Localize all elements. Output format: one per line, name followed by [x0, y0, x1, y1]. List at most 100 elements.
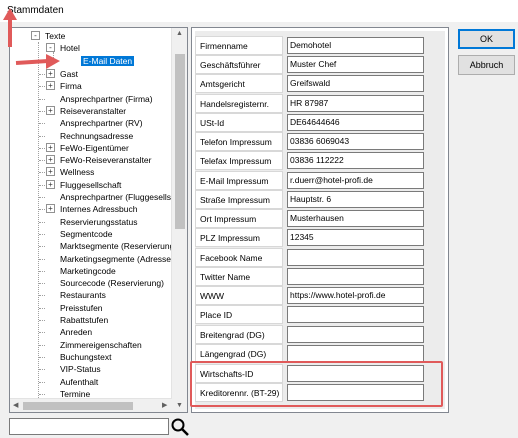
field-input[interactable]	[287, 326, 424, 343]
tree-item[interactable]: Sourcecode (Reservierung)	[60, 277, 164, 289]
tree-item-label: E-Mail Daten	[81, 56, 135, 66]
magnifier-icon[interactable]	[170, 417, 190, 437]
tree-guide-line	[39, 283, 45, 285]
tree-guide-line	[39, 98, 45, 100]
field-label: Place ID	[195, 305, 283, 324]
tree-item[interactable]: + Reiseveranstalter	[46, 105, 126, 117]
tree-item[interactable]: Marktsegmente (Reservierung	[60, 240, 172, 252]
tree-item-label: FeWo-Eigentümer	[60, 142, 129, 153]
annotation-arrow-right-icon	[15, 54, 60, 69]
expand-icon[interactable]: +	[46, 81, 55, 91]
tree-guide-line	[39, 393, 45, 395]
expand-icon[interactable]: +	[46, 204, 55, 214]
tree-guide-line	[39, 369, 45, 371]
scroll-left-arrow-icon[interactable]: ◀	[13, 401, 18, 409]
tree-item-label: Internes Adressbuch	[60, 204, 138, 215]
tree-item[interactable]: Restaurants	[60, 289, 106, 301]
tree-item[interactable]: + Firma	[46, 80, 82, 92]
tree-guide-line	[39, 356, 45, 358]
tree-item-label: Marktsegmente (Reservierung	[60, 241, 172, 252]
field-input[interactable]: 12345	[287, 229, 424, 246]
tree-guide-line	[39, 246, 45, 248]
tree-item[interactable]: Anreden	[60, 326, 92, 338]
tree-item-label: Rechnungsadresse	[60, 130, 134, 141]
tree-scroll-thumb[interactable]	[175, 54, 185, 229]
tree-item[interactable]: Ansprechpartner (Firma)	[60, 93, 153, 105]
tree-item[interactable]: Zimmereigenschaften	[60, 339, 142, 351]
tree-item-label: Ansprechpartner (Firma)	[60, 93, 153, 104]
expand-icon[interactable]: +	[46, 179, 55, 189]
field-input[interactable]: https://www.hotel-profi.de	[287, 287, 424, 304]
tree-item-label: Anreden	[60, 327, 93, 338]
tree-guide-line	[39, 233, 45, 235]
tree-item-label: Sourcecode (Reservierung)	[60, 278, 164, 289]
tree-item[interactable]: + Wellness	[46, 166, 94, 178]
expand-icon[interactable]: +	[46, 142, 55, 152]
tree-item[interactable]: Ansprechpartner (RV)	[60, 117, 143, 129]
scroll-right-arrow-icon[interactable]: ▶	[162, 401, 167, 409]
scroll-down-arrow-icon[interactable]: ▼	[176, 402, 183, 409]
tree-guide-line	[39, 344, 45, 346]
tree-item[interactable]: + FeWo-Reiseveranstalter	[46, 154, 152, 166]
field-input[interactable]: r.duerr@hotel-profi.de	[287, 172, 424, 189]
cancel-button[interactable]: Abbruch	[458, 55, 515, 75]
tree-item-label: Buchungstext	[60, 351, 112, 362]
field-input[interactable]	[287, 306, 424, 323]
tree-guide-line	[39, 320, 45, 321]
tree-guide-line	[39, 110, 45, 112]
field-input[interactable]: Demohotel	[287, 37, 424, 54]
tree-item-label: Firma	[60, 81, 82, 92]
field-label: WWW	[195, 286, 283, 305]
tree-guide-line	[39, 295, 45, 297]
category-tree[interactable]: - Texte - Hotel E-Mail Daten + Gast + Firma Anspr…	[9, 27, 188, 413]
tree-item[interactable]: Rabattstufen	[60, 314, 108, 326]
field-input[interactable]: DE64644646	[287, 114, 424, 131]
tree-item[interactable]: Aufenthalt	[60, 376, 98, 388]
tree-item[interactable]: Preisstufen	[60, 302, 103, 314]
tree-item[interactable]: + FeWo-Eigentümer	[46, 142, 129, 154]
field-input[interactable]: HR 87987	[287, 95, 424, 112]
field-input[interactable]	[287, 345, 424, 362]
tree-item-email-daten[interactable]: E-Mail Daten	[81, 55, 135, 67]
expand-icon[interactable]: +	[46, 155, 55, 165]
tree-item[interactable]: Rechnungsadresse	[60, 130, 133, 142]
field-input[interactable]: Greifswald	[287, 75, 424, 92]
tree-guide-line	[39, 381, 45, 383]
tree-item[interactable]: + Internes Adressbuch	[46, 203, 138, 215]
field-label: Twitter Name	[195, 267, 283, 286]
tree-item[interactable]: Marketingsegmente (Adresse)	[60, 253, 172, 265]
field-input[interactable]: Hauptstr. 6	[287, 191, 424, 208]
tree-item-label: Zimmereigenschaften	[60, 339, 142, 350]
tree-item-label: Marketingsegmente (Adresse)	[60, 253, 172, 264]
tree-item[interactable]: Reservierungsstatus	[60, 216, 137, 228]
tree-guide-line	[39, 307, 45, 309]
annotation-highlight-box	[190, 361, 443, 407]
expand-icon[interactable]: +	[46, 105, 55, 115]
tree-hscroll-thumb[interactable]	[23, 402, 133, 410]
field-input[interactable]	[287, 249, 424, 266]
tree-vertical-scrollbar[interactable]: ▲ ▼	[171, 28, 187, 412]
tree-item-label: Rabattstufen	[60, 315, 109, 325]
tree-item[interactable]: Segmentcode	[60, 228, 112, 240]
field-label: Firmenname	[195, 36, 283, 55]
tree-item-label: Restaurants	[60, 290, 106, 301]
expand-icon[interactable]: +	[46, 167, 55, 177]
field-input[interactable]: 03836 112222	[287, 152, 424, 169]
ok-button[interactable]: OK	[458, 29, 515, 49]
field-input[interactable]: Muster Chef	[287, 56, 424, 73]
tree-item[interactable]: Buchungstext	[60, 351, 112, 363]
tree-item[interactable]: VIP-Status	[60, 363, 101, 375]
tree-item[interactable]: Ansprechpartner (Fluggesellsc	[60, 191, 172, 203]
field-input[interactable]: Musterhausen	[287, 210, 424, 227]
tree-guide-line	[39, 258, 45, 260]
tree-item[interactable]: Marketingcode	[60, 265, 116, 277]
tree-item-label: Ansprechpartner (RV)	[60, 118, 143, 129]
field-label: Amtsgericht	[195, 74, 283, 93]
tree-search-input[interactable]	[9, 418, 169, 435]
tree-item[interactable]: + Fluggesellschaft	[46, 179, 121, 191]
scroll-up-arrow-icon[interactable]: ▲	[176, 30, 183, 37]
field-input[interactable]: 03836 6069043	[287, 133, 424, 150]
field-label: USt-Id	[195, 113, 283, 132]
field-input[interactable]	[287, 268, 424, 285]
tree-horizontal-scrollbar[interactable]: ◀ ▶	[10, 398, 172, 412]
